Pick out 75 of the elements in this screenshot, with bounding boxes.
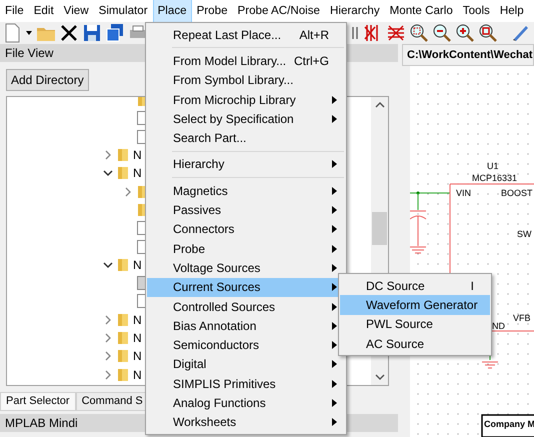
close-icon[interactable] [59,23,79,43]
zoom-box-icon[interactable] [478,23,498,43]
menu-item[interactable]: Edit [28,0,59,23]
add-directory-button[interactable]: Add Directory [6,69,89,91]
scroll-thumb[interactable] [372,212,387,245]
folder-icon [117,349,129,364]
tree-item-label[interactable]: N [133,312,142,327]
menu-item[interactable]: Simulator [94,0,153,23]
menu-entry[interactable]: Connectors [147,220,345,239]
folder-icon [117,148,129,162]
component-part: MCP16331 [472,173,518,183]
folder-icon [117,331,129,345]
menu-entry[interactable]: Passives [147,200,345,220]
menu-entry[interactable]: Digital [147,354,345,374]
chevron-right-icon[interactable] [123,186,133,197]
menu-entry[interactable]: Hierarchy [147,154,345,174]
tree-item-label[interactable]: N [133,349,142,364]
tree-item-label[interactable]: N [133,331,142,345]
tree-item-label[interactable]: N [133,368,142,382]
menu-entry[interactable]: Magnetics [147,181,345,200]
zoom-in-icon[interactable] [455,23,475,43]
menu-entry[interactable]: Worksheets [147,412,345,432]
zoom-out-icon[interactable] [432,23,452,43]
menu-entry[interactable]: Repeat Last Place... Alt+R [147,25,345,44]
menu-entry[interactable]: Probe [147,238,345,258]
menu-item[interactable]: File [0,0,29,23]
document-tab[interactable]: C:\WorkContent\Wechat [402,44,534,66]
folder-icon [117,368,129,382]
menu-entry[interactable]: Search Part... [147,128,345,148]
chevron-down-icon[interactable] [103,168,113,178]
scroll-down-icon[interactable] [374,372,384,382]
pin-label: VFB [513,313,531,323]
scroll-up-icon[interactable] [374,100,384,110]
tree-item-label[interactable]: N [133,166,142,180]
save-icon[interactable] [82,23,102,43]
chevron-right-icon[interactable] [103,150,113,160]
zoom-fit-icon[interactable] [409,23,429,43]
menu-entry[interactable]: Select by Specification [147,109,345,128]
save-all-icon[interactable] [105,23,125,43]
chevron-down-icon[interactable] [103,260,113,270]
menu-item[interactable]: View [58,0,94,23]
menu-item[interactable]: Probe AC/Noise [232,0,326,23]
menu-entry[interactable]: Waveform Generator [340,295,490,315]
folder-icon [117,312,129,327]
folder-icon [117,258,129,272]
panel-tab[interactable]: Part Selector [0,392,76,411]
menu-item[interactable]: Monte Carlo [384,0,458,23]
menu-entry[interactable]: From Symbol Library... [147,70,345,90]
menu-entry[interactable]: PWL Source [340,314,490,334]
pin-label: SW [517,229,532,239]
capacitor-drawing [410,192,426,254]
pin-label: VIN [456,188,472,198]
wire [410,192,450,194]
folder-icon [117,166,129,180]
chevron-right-icon[interactable] [103,370,113,380]
menu-entry[interactable]: AC Source [340,334,490,354]
chevron-right-icon[interactable] [103,314,113,325]
menu-entry[interactable]: From Microchip Library [147,90,345,110]
tree-item-label[interactable]: N [133,148,142,162]
menu-item[interactable]: Probe [192,0,233,23]
menu-item[interactable]: Tools [458,0,495,23]
menu-entry[interactable]: SIMPLIS Primitives [147,374,345,394]
chevron-right-icon[interactable] [103,333,113,343]
tree-item-label[interactable]: N [133,258,142,272]
menu-item[interactable]: Help [494,0,529,23]
pin-label: ND [492,321,505,331]
menu-entry[interactable]: Voltage Sources [147,258,345,278]
component-ref: U1 [487,161,499,171]
ground-drawing [482,362,498,368]
delete-wire-icon[interactable] [386,23,406,43]
menu-item[interactable]: Place [152,0,192,23]
pin-label: BOOST [501,188,533,198]
chevron-right-icon[interactable] [103,351,113,362]
menu-item[interactable]: Hierarchy [325,0,385,23]
menu-entry[interactable]: Analog Functions [147,393,345,413]
